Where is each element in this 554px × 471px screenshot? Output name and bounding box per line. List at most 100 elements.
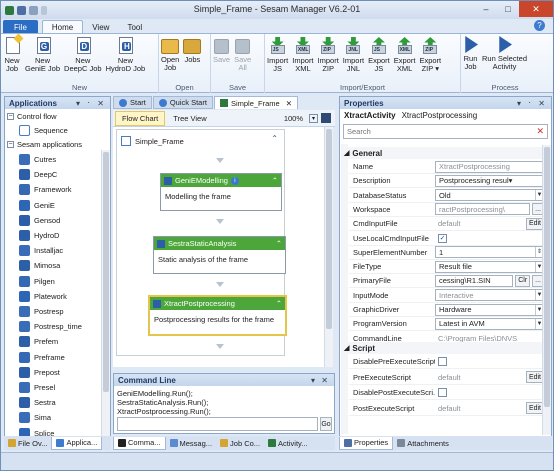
properties-search-input[interactable] xyxy=(344,125,537,138)
panel-controls[interactable]: ▾ ᛫ ✕ xyxy=(76,99,106,108)
app-item-prefem[interactable]: Prefem xyxy=(19,334,58,349)
tab-messages[interactable]: Messag... xyxy=(166,437,217,450)
property-value[interactable]: Result file ▼ xyxy=(435,260,544,273)
applications-scrollbar[interactable] xyxy=(101,150,110,437)
property-checkbox[interactable] xyxy=(435,387,544,399)
property-value[interactable]: Interactive ▼ xyxy=(435,289,544,302)
collapse-activity-icon[interactable]: ⌃ xyxy=(272,176,278,185)
tab-attachments[interactable]: Attachments xyxy=(393,437,453,450)
doc-tab-simple-frame[interactable]: Simple_Frame ✕ xyxy=(213,96,298,109)
tab-file[interactable]: File xyxy=(3,20,38,34)
app-item-postresp[interactable]: Postresp xyxy=(19,304,64,319)
tree-sequence[interactable]: Sequence xyxy=(34,126,68,135)
activity-genie-modelling[interactable]: GeniEModelling i ⌃ Modelling the frame xyxy=(160,173,282,211)
tab-tool[interactable]: Tool xyxy=(118,20,151,34)
help-icon[interactable]: ? xyxy=(534,20,545,31)
app-item-platework[interactable]: Platework xyxy=(19,289,67,304)
collapse-general-icon[interactable]: ◢ xyxy=(344,149,349,157)
tab-job-control[interactable]: Job Co... xyxy=(216,437,264,450)
command-line-controls[interactable]: ▾ ✕ xyxy=(311,376,330,385)
collapse-script-icon[interactable]: ◢ xyxy=(344,344,349,352)
category-script[interactable]: ◢ Script xyxy=(341,342,544,354)
ribbon-button-save-0[interactable]: Save xyxy=(211,36,232,72)
ribbon-button-new-2[interactable]: D New DeepC Job xyxy=(62,36,104,73)
tab-view[interactable]: View xyxy=(83,20,118,34)
collapse-sesam-apps-icon[interactable]: − xyxy=(7,141,14,148)
property-value[interactable]: Postprocessing resul▾ xyxy=(435,174,544,187)
app-item-gensod[interactable]: Gensod xyxy=(19,213,60,228)
property-checkbox[interactable] xyxy=(435,356,544,368)
ribbon-button-proc-0[interactable]: Run Job xyxy=(461,36,480,71)
ribbon-button-io-4[interactable]: JS Export JS xyxy=(366,36,392,73)
property-value[interactable]: default xyxy=(435,218,524,230)
go-button[interactable]: Go xyxy=(320,417,332,431)
fit-view-icon[interactable] xyxy=(321,113,331,123)
tab-file-overview[interactable]: File Ov... xyxy=(4,437,51,450)
tab-applications[interactable]: Applica... xyxy=(51,436,103,450)
ribbon-button-io-5[interactable]: XML Export XML xyxy=(392,36,418,73)
app-item-sestra[interactable]: Sestra xyxy=(19,395,56,410)
ribbon-button-proc-1[interactable]: Run Selected Activity xyxy=(480,36,529,71)
ribbon-button-open-0[interactable]: Open Job xyxy=(159,36,181,72)
app-item-prepost[interactable]: Prepost xyxy=(19,365,60,380)
app-item-preframe[interactable]: Preframe xyxy=(19,350,65,365)
close-button[interactable]: ✕ xyxy=(519,1,553,17)
ribbon-button-new-0[interactable]: New Job xyxy=(1,33,24,73)
collapse-activity-icon[interactable]: ⌃ xyxy=(276,299,282,308)
property-value[interactable]: Old ▼ xyxy=(435,189,544,202)
command-input[interactable] xyxy=(117,417,318,431)
property-value[interactable]: default xyxy=(435,402,524,414)
activity-sestra-static-analysis[interactable]: SestraStaticAnalysis ⌃ Static analysis of… xyxy=(153,236,286,274)
app-item-genie[interactable]: GeniE xyxy=(19,198,55,213)
app-item-sima[interactable]: Sima xyxy=(19,410,51,425)
category-general[interactable]: ◢ General xyxy=(341,147,544,159)
ribbon-button-new-3[interactable]: H New HydroD Job xyxy=(104,36,148,73)
flow-chart-canvas[interactable]: Simple_Frame ⌃ GeniEModelling i ⌃ Modellin… xyxy=(113,127,324,367)
app-item-installjac[interactable]: Installjac xyxy=(19,243,63,258)
ribbon-button-io-6[interactable]: ZIP Export ZIP ▾ xyxy=(417,36,443,73)
properties-controls[interactable]: ▾ ᛫ ✕ xyxy=(517,99,547,108)
maximize-button[interactable]: □ xyxy=(497,1,519,17)
property-value[interactable]: 1 ⇕ xyxy=(435,246,544,259)
app-item-postresp-time[interactable]: Postresp_time xyxy=(19,319,82,334)
app-item-pilgen[interactable]: Pilgen xyxy=(19,274,55,289)
app-item-framework[interactable]: Framework xyxy=(19,182,72,197)
property-value[interactable]: XtractPostprocessing xyxy=(435,160,544,173)
ribbon-button-io-0[interactable]: JS Import JS xyxy=(265,36,290,73)
ribbon-button-save-1[interactable]: Save All xyxy=(232,36,253,72)
property-value[interactable]: Latest in AVM ▼ xyxy=(435,317,544,330)
canvas-scrollbar[interactable] xyxy=(324,127,333,367)
doc-tab-quick-start[interactable]: Quick Start xyxy=(152,96,213,109)
app-item-cutres[interactable]: Cutres xyxy=(19,152,56,167)
zoom-dropdown-icon[interactable]: ▾ xyxy=(309,113,318,123)
doc-tab-close-icon[interactable]: ✕ xyxy=(286,99,292,108)
properties-scrollbar[interactable] xyxy=(542,145,551,435)
ribbon-button-open-1[interactable]: Jobs xyxy=(181,36,203,64)
ribbon-button-io-2[interactable]: ZIP Import ZIP xyxy=(316,36,341,73)
ribbon-button-io-1[interactable]: XML Import XML xyxy=(290,36,315,73)
property-clr-button[interactable]: Clr xyxy=(515,274,531,287)
collapse-activity-icon[interactable]: ⌃ xyxy=(276,239,282,248)
tree-sesam-applications[interactable]: Sesam applications xyxy=(17,140,82,149)
tab-home[interactable]: Home xyxy=(41,20,84,34)
zoom-level[interactable]: 100% xyxy=(284,114,303,123)
doc-tab-start[interactable]: Start xyxy=(113,96,152,109)
property-value[interactable]: ractPostprocessing\ xyxy=(435,203,531,216)
tab-activity[interactable]: Activity... xyxy=(264,437,311,450)
property-value[interactable]: Hardware ▼ xyxy=(435,303,544,316)
activity-xtract-postprocessing[interactable]: XtractPostprocessing ⌃ Postprocessing res… xyxy=(148,295,287,336)
app-item-deepc[interactable]: DeepC xyxy=(19,167,57,182)
ribbon-button-io-3[interactable]: JNL Import JNL xyxy=(341,36,366,73)
property-value[interactable]: cessing\R1.SIN xyxy=(435,274,514,287)
tab-tree-view[interactable]: Tree View xyxy=(167,112,212,125)
app-item-mimosa[interactable]: Mimosa xyxy=(19,258,60,273)
tab-flow-chart[interactable]: Flow Chart xyxy=(115,110,166,126)
minimize-button[interactable]: – xyxy=(475,1,497,17)
tab-properties[interactable]: Properties xyxy=(339,436,394,450)
clear-search-icon[interactable]: ✕ xyxy=(536,126,544,137)
tree-control-flow[interactable]: Control flow xyxy=(17,112,57,121)
ribbon-button-new-1[interactable]: G New GeniE Job xyxy=(23,36,62,73)
property-value[interactable]: default xyxy=(435,371,524,383)
app-item-presel[interactable]: Presel xyxy=(19,380,55,395)
app-item-hydrod[interactable]: HydroD xyxy=(19,228,59,243)
